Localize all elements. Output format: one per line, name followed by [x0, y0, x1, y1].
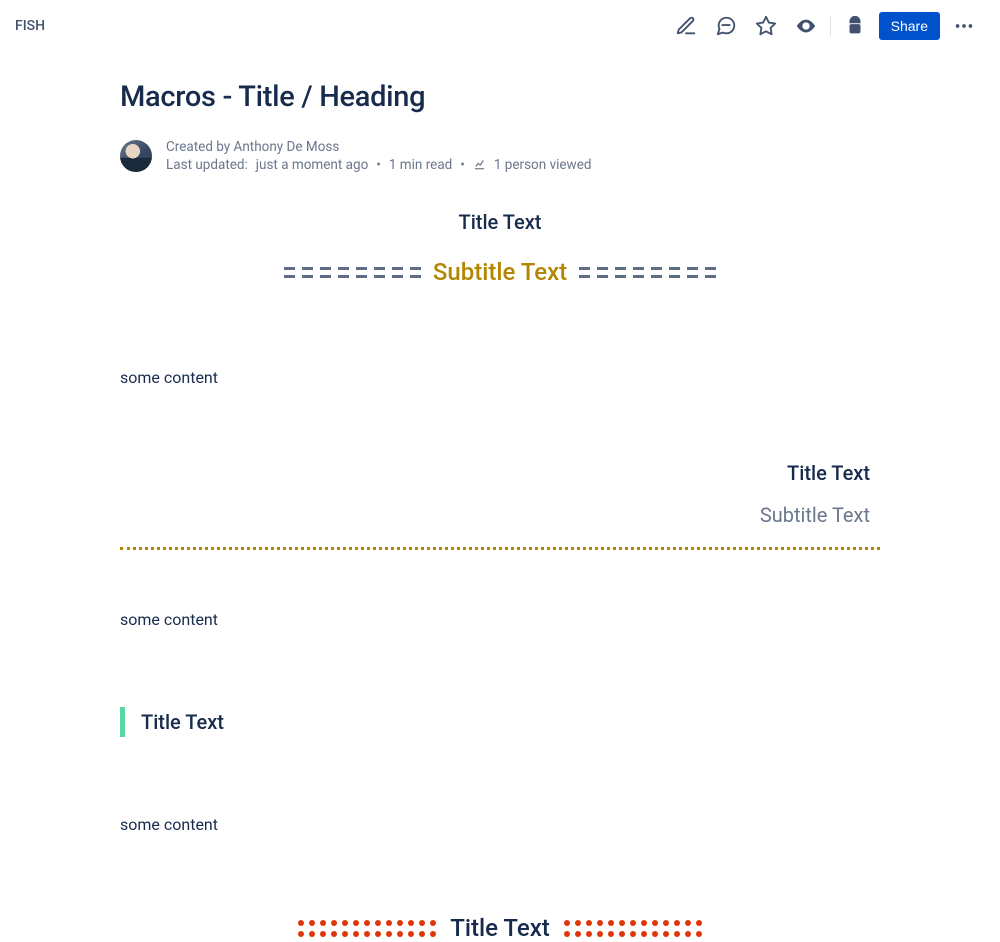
macro-subtitle: Subtitle Text: [120, 503, 880, 527]
meta-separator: •: [376, 156, 381, 174]
page-byline: Created by Anthony De Moss Last updated:…: [120, 138, 880, 174]
meta-separator: •: [460, 156, 465, 174]
comment-icon[interactable]: [710, 10, 742, 42]
macro-title: Title Text: [120, 461, 880, 485]
macro-title: Title Text: [141, 710, 224, 734]
last-updated-value: just a moment ago: [256, 156, 368, 174]
decoration-double-lines: [579, 267, 716, 278]
analytics-icon: [473, 159, 486, 171]
star-icon[interactable]: [750, 10, 782, 42]
watch-icon[interactable]: [790, 10, 822, 42]
viewers-count[interactable]: 1 person viewed: [494, 156, 592, 174]
decoration-red-dots: [298, 920, 436, 937]
macro-title: Title Text: [450, 914, 550, 942]
title-macro-right-underline: Title Text Subtitle Text: [120, 461, 880, 550]
macro-subtitle: Subtitle Text: [433, 258, 567, 286]
title-macro-centered: Title Text Subtitle Text: [120, 210, 880, 286]
last-updated-label: Last updated:: [166, 156, 248, 174]
decoration-red-dots: [564, 920, 702, 937]
page-title: Macros - Title / Heading: [120, 80, 880, 114]
more-actions-icon[interactable]: [948, 10, 980, 42]
restrictions-icon[interactable]: [839, 10, 871, 42]
title-macro-leftbar: Title Text: [120, 707, 880, 737]
page-toolbar: Share: [670, 10, 980, 42]
macro-title: Title Text: [120, 210, 880, 234]
author-link[interactable]: Anthony De Moss: [234, 139, 340, 155]
edit-icon[interactable]: [670, 10, 702, 42]
read-time: 1 min read: [389, 156, 452, 174]
toolbar-divider: [830, 16, 831, 36]
decoration-dotted-rule: [120, 547, 880, 550]
title-macro-dots: Title Text: [120, 914, 880, 942]
decoration-double-lines: [284, 267, 421, 278]
body-paragraph: some content: [120, 368, 880, 387]
share-button[interactable]: Share: [879, 12, 940, 40]
decoration-left-bar: [120, 707, 125, 737]
body-paragraph: some content: [120, 610, 880, 629]
body-paragraph: some content: [120, 815, 880, 834]
avatar[interactable]: [120, 140, 152, 172]
breadcrumb[interactable]: FISH: [15, 18, 45, 34]
created-by-label: Created by: [166, 139, 234, 155]
